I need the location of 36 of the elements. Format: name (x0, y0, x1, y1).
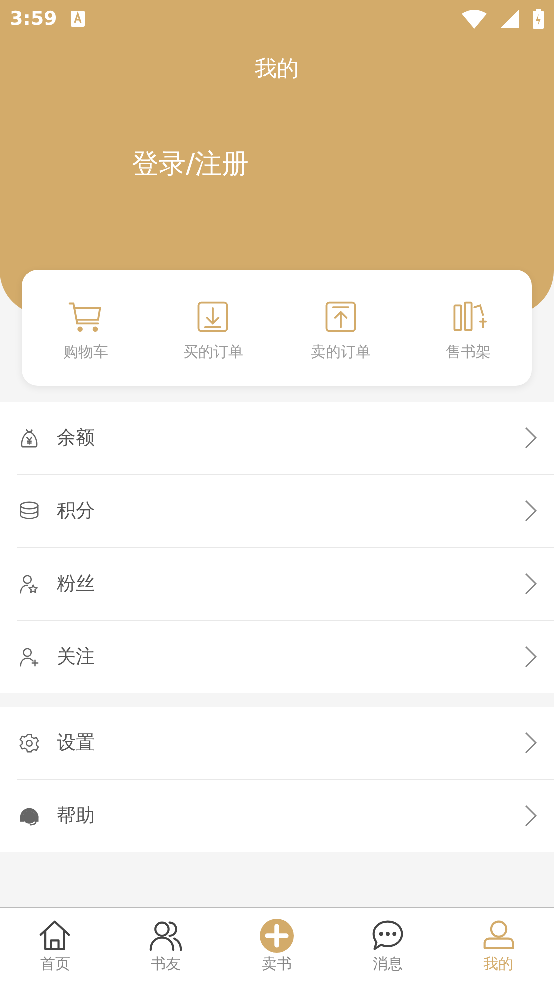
shortcut-label[interactable]: 买的订单 (183, 342, 244, 362)
tab[interactable]: 卖书 (222, 908, 332, 985)
menu-item[interactable]: 积分 (57, 498, 524, 524)
tab[interactable]: 首页 (0, 908, 111, 985)
page-title: 我的 (255, 56, 299, 84)
menu-item[interactable]: 帮助 (57, 803, 524, 829)
battery-icon (533, 9, 544, 29)
tab[interactable]: 消息 (332, 908, 444, 985)
shortcut-label[interactable]: 购物车 (63, 342, 108, 362)
shortcut-label[interactable]: 卖的订单 (310, 342, 371, 362)
chevron-right-icon (524, 500, 538, 522)
settings-icon (18, 732, 41, 754)
chevron-right-icon (524, 805, 538, 827)
plus-circle-icon (260, 919, 294, 953)
wifi-icon (462, 10, 487, 28)
chevron-right-icon (524, 427, 538, 449)
menu-item[interactable]: 关注 (57, 644, 524, 670)
tab[interactable]: 我的 (443, 908, 554, 985)
menu-item[interactable]: 设置 (57, 730, 524, 756)
keyboard-notification-icon (71, 11, 86, 27)
shortcut-label[interactable]: 售书架 (446, 342, 491, 362)
home-icon (38, 919, 72, 953)
status-time: 3:59 (10, 8, 58, 30)
signal-icon (501, 10, 519, 28)
chevron-right-icon (524, 732, 538, 754)
tab[interactable]: 书友 (110, 908, 222, 985)
people-icon (149, 919, 184, 953)
menu-item[interactable]: 粉丝 (57, 571, 524, 597)
menu-item[interactable]: 余额 (57, 425, 524, 451)
user-plus-icon (18, 646, 41, 668)
login-register-link[interactable]: 登录/注册 (132, 146, 250, 182)
coins-icon (18, 500, 41, 522)
chevron-right-icon (524, 646, 538, 668)
chevron-right-icon (524, 573, 538, 595)
chat-bubble-icon (370, 919, 405, 953)
user-star-icon (18, 572, 41, 596)
